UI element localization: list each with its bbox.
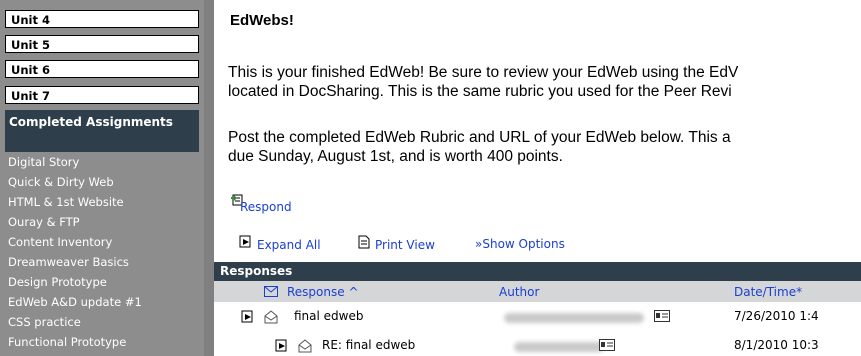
- sidebar-item-css-practice[interactable]: CSS practice: [8, 315, 81, 329]
- main-content: EdWebs! This is your finished EdWeb! Be …: [214, 0, 861, 356]
- expand-thread-icon[interactable]: [240, 309, 256, 325]
- column-response[interactable]: Response ^: [287, 285, 359, 299]
- profile-card-icon[interactable]: [599, 339, 615, 351]
- sidebar-item-content-inventory[interactable]: Content Inventory: [8, 235, 112, 249]
- read-envelope-icon: [298, 339, 312, 353]
- responses-column-header: Response ^ Author Date/Time*: [214, 281, 861, 302]
- response-title[interactable]: RE: final edweb: [322, 338, 415, 352]
- author-name-redacted: [514, 342, 604, 352]
- print-view-label: Print View: [375, 238, 435, 252]
- sidebar-item-edweb-ad-update[interactable]: EdWeb A&D update #1: [8, 295, 142, 309]
- author-name-redacted: [504, 313, 644, 323]
- sidebar-item-unit-4[interactable]: Unit 4: [5, 10, 199, 28]
- expand-all-label: Expand All: [257, 238, 321, 252]
- response-datetime: 8/1/2010 10:3: [734, 338, 819, 352]
- sidebar: Unit 4 Unit 5 Unit 6 Unit 7 Completed As…: [0, 0, 204, 356]
- sidebar-item-ouray-ftp[interactable]: Ouray & FTP: [8, 215, 80, 229]
- responses-header: Responses: [214, 262, 861, 281]
- page-title: EdWebs!: [230, 12, 294, 29]
- sidebar-item-functional-prototype[interactable]: Functional Prototype: [8, 335, 126, 349]
- table-row[interactable]: RE: final edweb 8/1/2010 10:3: [214, 334, 861, 356]
- intro-text-line-1: This is your finished EdWeb! Be sure to …: [228, 64, 739, 81]
- envelope-icon: [264, 286, 278, 297]
- intro-text-line-2: located in DocSharing. This is the same …: [228, 83, 732, 100]
- sidebar-item-quick-dirty-web[interactable]: Quick & Dirty Web: [8, 175, 114, 189]
- expand-all-button[interactable]: Expand All: [238, 234, 338, 256]
- table-row[interactable]: final edweb 7/26/2010 1:4: [214, 305, 861, 329]
- sidebar-item-unit-7[interactable]: Unit 7: [5, 86, 199, 104]
- expand-icon: [239, 235, 251, 248]
- sidebar-item-unit-5[interactable]: Unit 5: [5, 35, 199, 53]
- column-author[interactable]: Author: [499, 285, 539, 299]
- response-title[interactable]: final edweb: [294, 309, 363, 323]
- column-datetime[interactable]: Date/Time*: [734, 285, 802, 299]
- sidebar-item-dreamweaver-basics[interactable]: Dreamweaver Basics: [8, 255, 129, 269]
- profile-card-icon[interactable]: [654, 310, 670, 322]
- sidebar-item-design-prototype[interactable]: Design Prototype: [8, 275, 107, 289]
- sidebar-border: [204, 0, 214, 356]
- sidebar-item-html-1st-website[interactable]: HTML & 1st Website: [8, 195, 124, 209]
- responses-title: Responses: [220, 264, 293, 278]
- print-view-button[interactable]: Print View: [357, 234, 457, 256]
- read-envelope-icon: [264, 310, 278, 324]
- expand-thread-icon[interactable]: [274, 338, 290, 354]
- sidebar-item-unit-6[interactable]: Unit 6: [5, 60, 199, 78]
- toolbar: Expand All Print View »Show Options: [214, 234, 861, 256]
- print-icon: [358, 235, 370, 249]
- show-options-link[interactable]: »Show Options: [475, 237, 565, 259]
- completed-assignments-header[interactable]: Completed Assignments: [5, 110, 199, 152]
- respond-link[interactable]: Respond: [240, 200, 292, 214]
- response-datetime: 7/26/2010 1:4: [734, 309, 819, 323]
- instructions-text-line-1: Post the completed EdWeb Rubric and URL …: [228, 129, 731, 146]
- instructions-text-line-2: due Sunday, August 1st, and is worth 400…: [228, 148, 563, 165]
- sidebar-item-digital-story[interactable]: Digital Story: [8, 155, 79, 169]
